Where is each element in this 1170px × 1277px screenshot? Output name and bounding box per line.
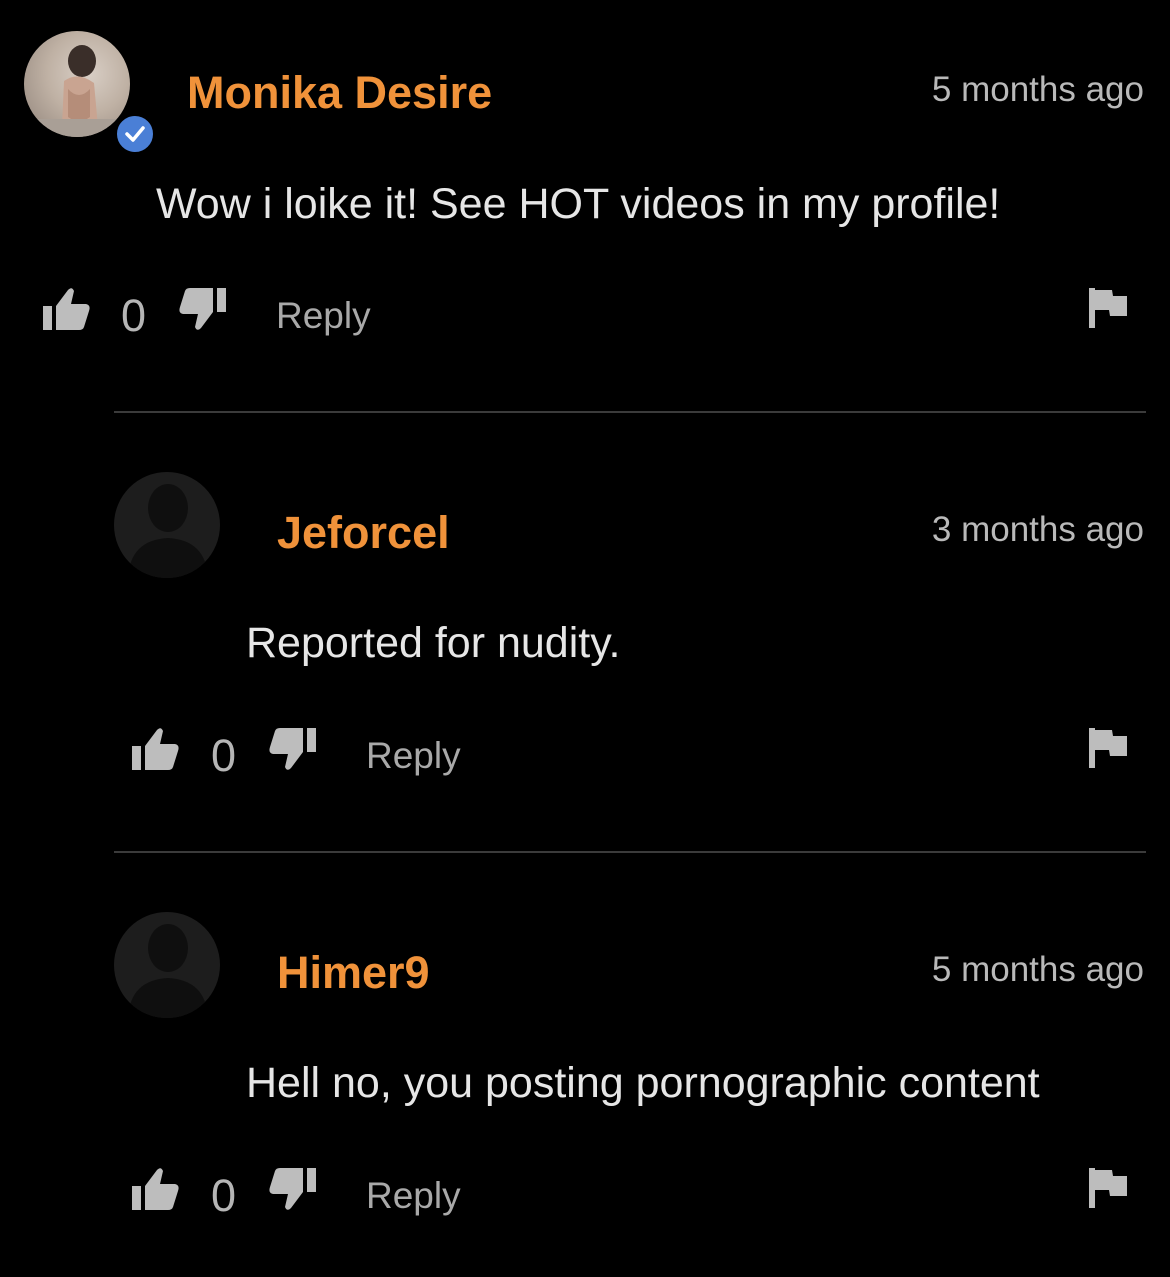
verified-check-icon — [114, 113, 156, 155]
timestamp: 5 months ago — [931, 70, 1144, 109]
timestamp: 5 months ago — [931, 950, 1144, 989]
reply-button[interactable]: Reply — [276, 297, 371, 334]
vote-count: 0 — [211, 730, 237, 781]
thumbs-down-icon[interactable] — [268, 1166, 318, 1212]
thumbs-up-icon[interactable] — [41, 286, 91, 332]
flag-icon[interactable] — [1088, 287, 1128, 329]
comment-actions: 0 Reply — [0, 726, 1170, 782]
vote-count: 0 — [211, 1170, 237, 1221]
thumbs-up-icon[interactable] — [130, 1166, 180, 1212]
default-user-icon[interactable] — [114, 472, 220, 578]
comment-actions: 0 Reply — [0, 286, 1170, 342]
flag-icon[interactable] — [1088, 727, 1128, 769]
thumbs-up-icon[interactable] — [130, 726, 180, 772]
comment-text: Reported for nudity. — [246, 619, 621, 667]
default-user-icon[interactable] — [114, 912, 220, 1018]
thumbs-down-icon[interactable] — [178, 286, 228, 332]
flag-icon[interactable] — [1088, 1167, 1128, 1209]
divider — [114, 851, 1146, 853]
divider — [114, 411, 1146, 413]
timestamp: 3 months ago — [931, 510, 1144, 549]
avatar[interactable] — [24, 31, 130, 137]
comment-text: Hell no, you posting pornographic conten… — [246, 1059, 1040, 1107]
username[interactable]: Monika Desire — [187, 70, 492, 115]
reply-button[interactable]: Reply — [366, 1177, 461, 1214]
thumbs-down-icon[interactable] — [268, 726, 318, 772]
comment-actions: 0 Reply — [0, 1166, 1170, 1222]
reply-button[interactable]: Reply — [366, 737, 461, 774]
comment-text: Wow i loike it! See HOT videos in my pro… — [156, 180, 1001, 228]
username[interactable]: Himer9 — [277, 950, 430, 995]
username[interactable]: Jeforcel — [277, 510, 450, 555]
vote-count: 0 — [121, 290, 147, 341]
